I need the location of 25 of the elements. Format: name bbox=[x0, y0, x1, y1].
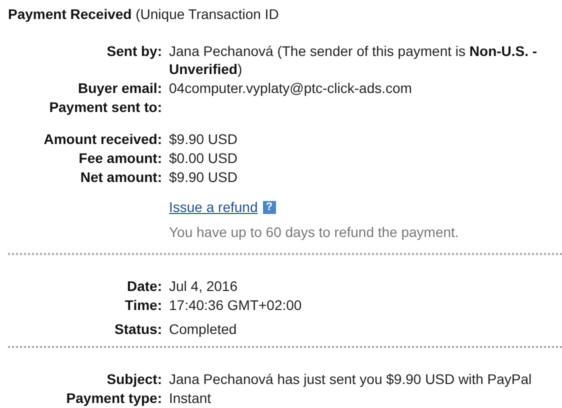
field-value: 17:40:36 GMT+02:00 bbox=[169, 296, 303, 314]
page-title: Payment Received (Unique Transaction ID bbox=[8, 6, 280, 22]
help-icon[interactable]: ? bbox=[262, 200, 276, 214]
field-label: Sent by: bbox=[106, 42, 162, 61]
field-value: Jana Pechanová has just sent you $9.90 USD with PayPal bbox=[169, 370, 533, 388]
field-value: $0.00 USD bbox=[169, 149, 238, 167]
field-label: Payment sent to: bbox=[48, 98, 162, 116]
field-value: $9.90 USD bbox=[169, 130, 238, 148]
field-label: Buyer email: bbox=[76, 79, 162, 97]
refund-link[interactable]: Issue a refund bbox=[169, 198, 258, 216]
field-label: Payment type: bbox=[65, 389, 162, 407]
field-value: Completed bbox=[169, 320, 238, 338]
refund-note: You have up to 60 days to refund the payment. bbox=[169, 223, 460, 241]
field-value: Jul 4, 2016 bbox=[169, 277, 238, 295]
field-label: Fee amount: bbox=[78, 149, 162, 167]
field-value: 04computer.vyplaty@ptc-click-ads.com bbox=[169, 79, 413, 97]
field-label: Net amount: bbox=[79, 168, 162, 186]
field-value: $9.90 USD bbox=[169, 168, 238, 186]
field-value: Instant bbox=[169, 389, 212, 407]
field-label: Time: bbox=[124, 296, 162, 314]
field-label: Amount received: bbox=[42, 130, 162, 148]
field-value: Jana Pechanová (The sender of this payment is Non-U.S. - Unverified) bbox=[169, 42, 538, 78]
field-label: Status: bbox=[114, 320, 162, 338]
field-label: Date: bbox=[126, 277, 162, 295]
field-label: Subject: bbox=[106, 370, 162, 388]
